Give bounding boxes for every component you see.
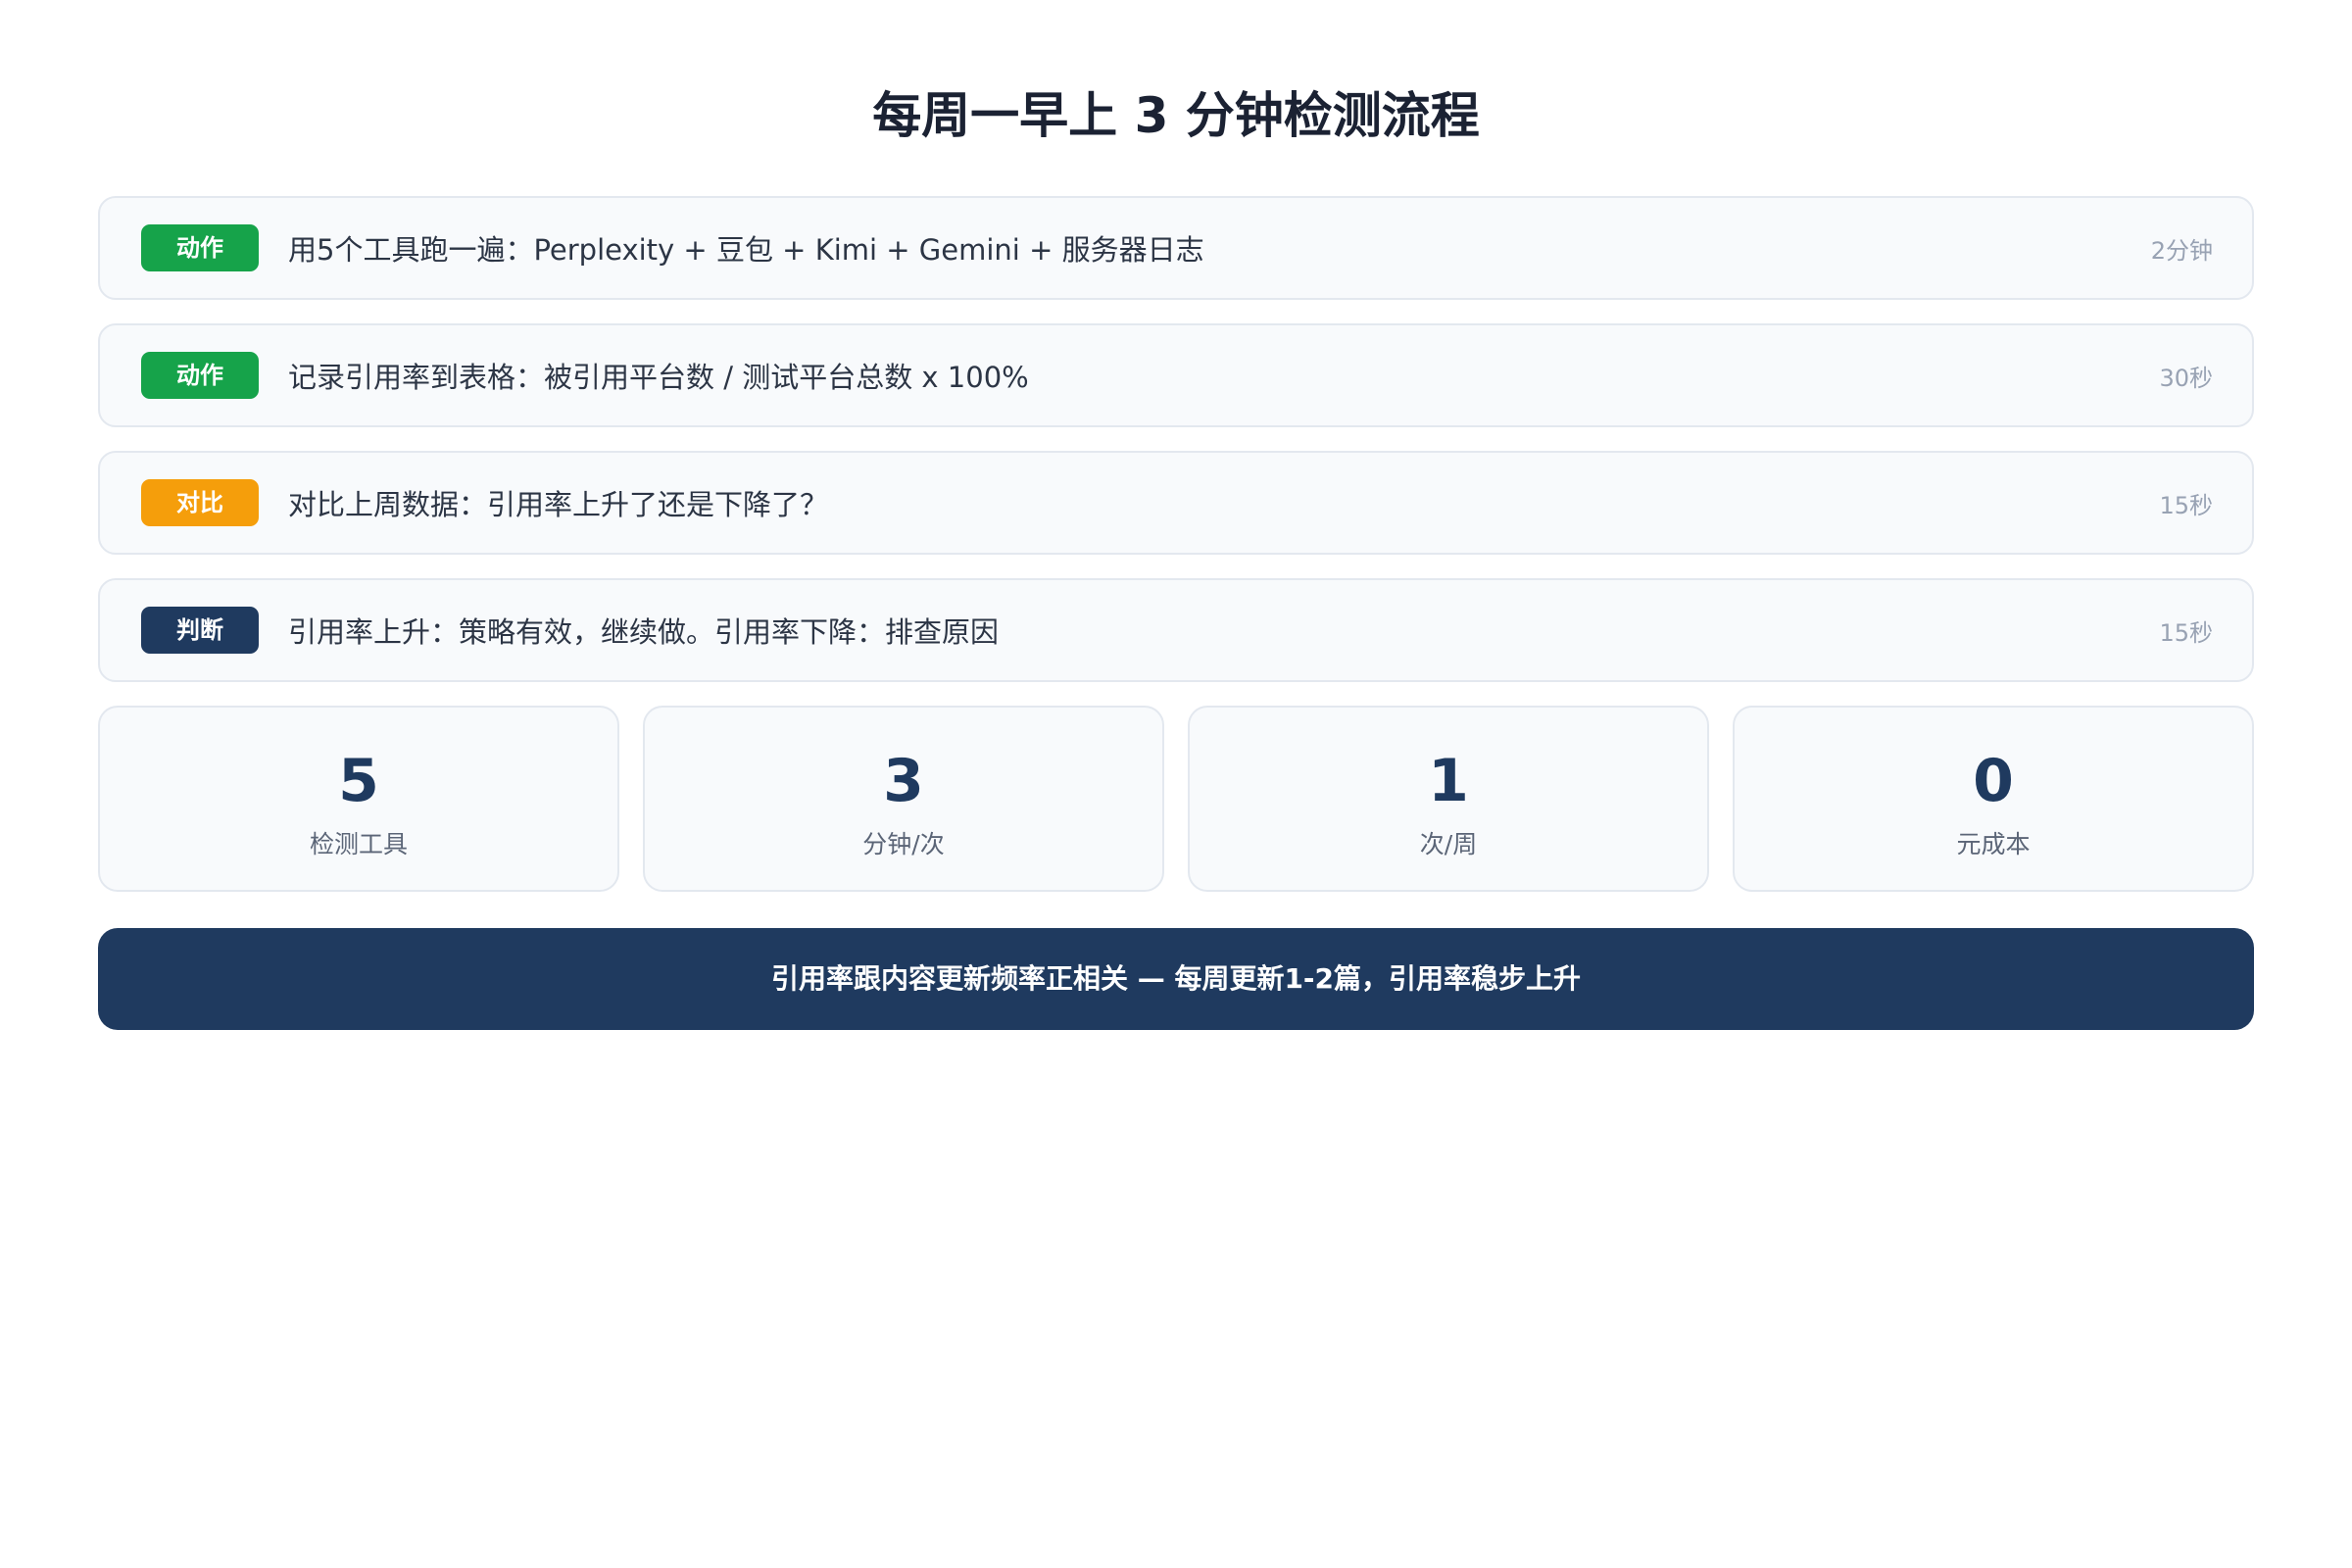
step-text: 对比上周数据：引用率上升了还是下降了？: [288, 488, 829, 521]
stat-label: 元成本: [1956, 830, 2031, 858]
stat-value: 5: [338, 747, 379, 815]
stat-value: 1: [1428, 747, 1469, 815]
stat-card-cost: 0 元成本: [1733, 706, 2254, 892]
step-row-3: 对比 对比上周数据：引用率上升了还是下降了？ 15秒: [98, 451, 2254, 555]
step-badge: 判断: [141, 607, 259, 654]
step-text: 记录引用率到表格：被引用平台数 / 测试平台总数 x 100%: [288, 361, 1029, 394]
stat-label: 检测工具: [309, 830, 408, 858]
step-row-2: 动作 记录引用率到表格：被引用平台数 / 测试平台总数 x 100% 30秒: [98, 323, 2254, 427]
page: 每周一早上 3 分钟检测流程 动作 用5个工具跑一遍：Perplexity + …: [0, 0, 2352, 1568]
stat-card-minutes: 3 分钟/次: [643, 706, 1164, 892]
stats-row: 5 检测工具 3 分钟/次 1 次/周 0 元成本: [98, 706, 2254, 892]
step-row-1: 动作 用5个工具跑一遍：Perplexity + 豆包 + Kimi + Gem…: [98, 196, 2254, 300]
summary-banner: 引用率跟内容更新频率正相关 — 每周更新1-2篇，引用率稳步上升: [98, 928, 2254, 1030]
stat-label: 分钟/次: [862, 830, 945, 858]
step-row-4: 判断 引用率上升：策略有效，继续做。引用率下降：排查原因 15秒: [98, 578, 2254, 682]
step-list: 动作 用5个工具跑一遍：Perplexity + 豆包 + Kimi + Gem…: [98, 196, 2254, 682]
step-duration: 30秒: [2159, 364, 2213, 392]
step-badge: 对比: [141, 479, 259, 526]
stat-card-tools: 5 检测工具: [98, 706, 619, 892]
step-duration: 15秒: [2159, 491, 2213, 519]
step-text: 引用率上升：策略有效，继续做。引用率下降：排查原因: [288, 615, 1000, 649]
step-text: 用5个工具跑一遍：Perplexity + 豆包 + Kimi + Gemini…: [288, 233, 1204, 267]
stat-value: 0: [1973, 747, 2014, 815]
step-duration: 2分钟: [2150, 236, 2213, 265]
step-duration: 15秒: [2159, 618, 2213, 647]
stat-value: 3: [883, 747, 924, 815]
stat-card-frequency: 1 次/周: [1188, 706, 1709, 892]
stat-label: 次/周: [1419, 830, 1478, 858]
step-badge: 动作: [141, 352, 259, 399]
step-badge: 动作: [141, 224, 259, 271]
page-title: 每周一早上 3 分钟检测流程: [872, 87, 1480, 144]
